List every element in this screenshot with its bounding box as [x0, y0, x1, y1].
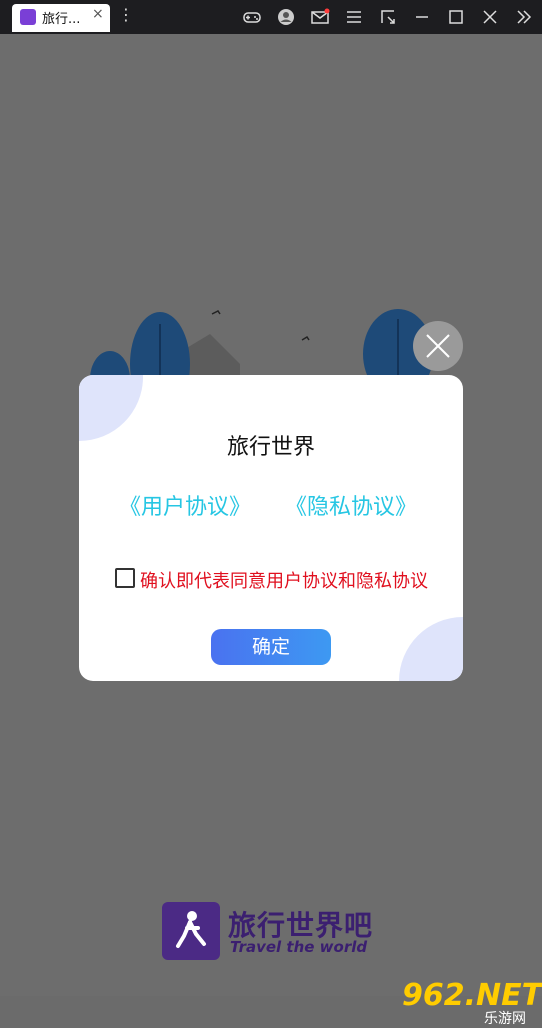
agree-checkbox[interactable] [115, 568, 135, 588]
agree-text[interactable]: 确认即代表同意用户协议和隐私协议 [140, 567, 428, 593]
agreement-dialog: 旅行世界 《用户协议》 《隐私协议》 确认即代表同意用户协议和隐私协议 确定 [79, 375, 463, 681]
dialog-close-button[interactable] [413, 321, 463, 371]
walking-person-icon [162, 902, 220, 960]
brand-name-en: Travel the world [230, 938, 368, 956]
app-logo-icon [20, 9, 36, 25]
close-x-icon [426, 334, 450, 358]
window-titlebar: 旅行... × ⋮ [0, 0, 542, 34]
privacy-policy-link[interactable]: 《隐私协议》 [285, 489, 417, 521]
user-agreement-link[interactable]: 《用户协议》 [119, 489, 251, 521]
confirm-button[interactable]: 确定 [211, 629, 331, 665]
expand-icon[interactable] [514, 7, 534, 27]
watermark-site: 乐游网 [484, 1011, 526, 1027]
gamepad-icon[interactable] [242, 7, 262, 27]
agree-row[interactable]: 确认即代表同意用户协议和隐私协议 [115, 567, 445, 593]
menu-icon[interactable] [344, 7, 364, 27]
app-content: 旅行世界吧 Travel the world 962.NET 乐游网 旅行世界 … [0, 34, 542, 1027]
site-watermark: 962.NET 乐游网 [402, 978, 542, 1028]
tab-title: 旅行... [42, 12, 81, 27]
mail-icon[interactable] [310, 7, 330, 27]
crop-icon[interactable] [378, 7, 398, 27]
close-icon[interactable] [480, 7, 500, 27]
user-icon[interactable] [276, 7, 296, 27]
tab-close-button[interactable]: × [92, 6, 104, 22]
dialog-title: 旅行世界 [226, 435, 315, 460]
app-tab[interactable]: 旅行... × [12, 4, 110, 32]
tab-menu-button[interactable]: ⋮ [118, 5, 134, 24]
maximize-icon[interactable] [446, 7, 466, 27]
decor-circle [399, 617, 463, 681]
minimize-icon[interactable] [412, 7, 432, 27]
brand-logo: 旅行世界吧 Travel the world [162, 902, 382, 962]
